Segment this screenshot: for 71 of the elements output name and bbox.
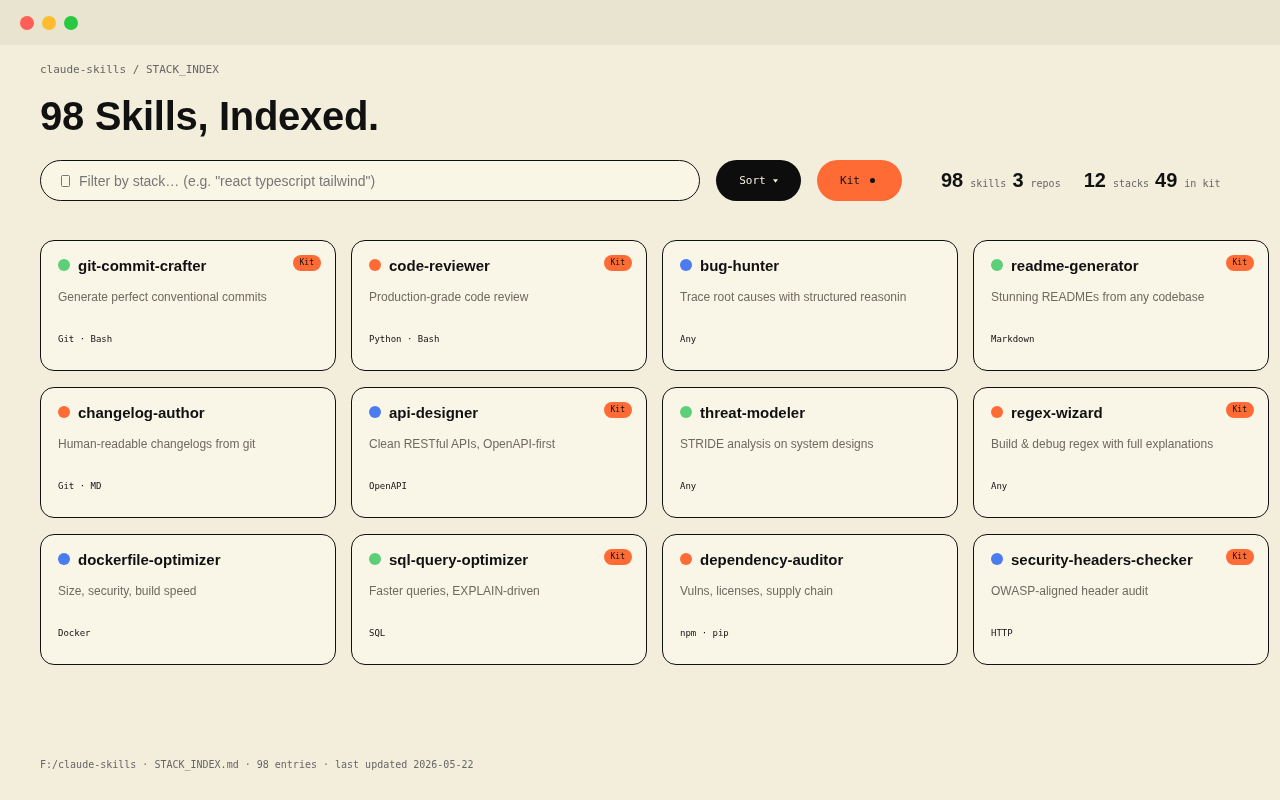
breadcrumb: claude-skills / STACK_INDEX [40,63,220,77]
stack-tags: Any [680,480,943,492]
kit-badge: Kit [603,402,632,418]
skill-name: readme-generator [1011,256,1139,274]
stat-text: 12 stacks [1083,169,1150,192]
kit-badge: Kit [1225,549,1254,565]
kit-badge: Kit [603,255,632,271]
skill-card[interactable]: changelog-author Human-readable changelogs from git Git · MD [40,387,336,518]
skill-name: bug-hunter [700,256,780,274]
skill-card[interactable]: git-commit-crafter Kit Generate perfect conventional commits Git · Bash [40,240,336,371]
skill-name: git-commit-crafter [78,256,207,274]
sort-button[interactable]: Sort [716,160,801,201]
stack-tags: npm · pip [680,627,943,639]
skill-description: Generate perfect conventional commits [58,289,268,305]
skill-card[interactable]: regex-wizard Kit Build & debug regex with full explanations Any [973,387,1269,518]
skill-card[interactable]: bug-hunter Trace root causes with structured reasonin Any [662,240,958,371]
skill-description: Vulns, licenses, supply chain [680,583,834,599]
skill-name: threat-modeler [700,403,806,421]
kit-button[interactable]: Kit [817,160,902,201]
stack-tags: HTTP [991,627,1254,639]
skill-description: Faster queries, EXPLAIN-driven [369,583,541,599]
dot-icon [869,178,875,183]
minimize-icon[interactable] [42,15,56,30]
stack-tags: Markdown [991,333,1254,345]
skill-description: OWASP-aligned header audit [991,583,1149,599]
stat-text: 49 in kit [1155,169,1221,192]
kit-badge: Kit [1225,402,1254,418]
stack-tags: Any [680,333,943,345]
skill-card[interactable]: code-reviewer Kit Production-grade code review Python · Bash [351,240,647,371]
skill-name: dockerfile-optimizer [78,550,221,568]
stack-tags: Git · MD [58,480,321,492]
kit-badge: Kit [603,549,632,565]
skill-description: Stunning READMEs from any codebase [991,289,1206,305]
skill-description: Trace root causes with structured reasonin [680,289,908,305]
kit-badge: Kit [1225,255,1254,271]
skill-card[interactable]: api-designer Kit Clean RESTful APIs, OpenAPI-first OpenAPI [351,387,647,518]
skill-card[interactable]: threat-modeler STRIDE analysis on system designs Any [662,387,958,518]
skill-name: code-reviewer [389,256,490,274]
skill-name: api-designer [389,403,479,421]
stack-tags: Docker [58,627,321,639]
skill-description: Human-readable changelogs from git [58,436,257,452]
skill-description: STRIDE analysis on system designs [680,436,875,452]
stack-tags: Git · Bash [58,333,321,345]
skill-card[interactable]: dependency-auditor Vulns, licenses, supply chain npm · pip [662,534,958,665]
search-field[interactable]: Filter by stack… (e.g. "react typescript tailwind") [40,160,700,201]
stack-tags: Any [991,480,1254,492]
skill-name: regex-wizard [1011,403,1103,421]
close-icon[interactable] [20,15,34,30]
square-icon [61,175,70,187]
skill-name: dependency-auditor [700,550,844,568]
kit-badge: Kit [292,255,321,271]
skill-card[interactable]: security-headers-checker Kit OWASP-aligned header audit HTTP [973,534,1269,665]
skill-name: sql-query-optimizer [389,550,529,568]
caret-icon [772,178,778,183]
maximize-icon[interactable] [64,15,78,30]
stack-tags: OpenAPI [369,480,632,492]
skill-card[interactable]: readme-generator Kit Stunning READMEs from any codebase Markdown [973,240,1269,371]
skill-description: Size, security, build speed [58,583,198,599]
skill-name: security-headers-checker [1011,550,1193,568]
stat-text: 3 repos [1012,169,1061,192]
skill-description: Clean RESTful APIs, OpenAPI-first [369,436,557,452]
skill-description: Production-grade code review [369,289,530,305]
stat-text: 98 skills [941,169,1007,192]
page-title: 98 Skills, Indexed. [40,93,380,139]
skill-name: changelog-author [78,403,205,421]
skill-description: Build & debug regex with full explanations [991,436,1215,452]
stack-tags: Python · Bash [369,333,632,345]
skill-card[interactable]: dockerfile-optimizer Size, security, build speed Docker [40,534,336,665]
skill-card[interactable]: sql-query-optimizer Kit Faster queries, EXPLAIN-driven SQL [351,534,647,665]
footer-text: F:/claude-skills · STACK_INDEX.md · 98 entries · last updated 2026-05-22 [40,759,475,771]
stack-tags: SQL [369,627,632,639]
